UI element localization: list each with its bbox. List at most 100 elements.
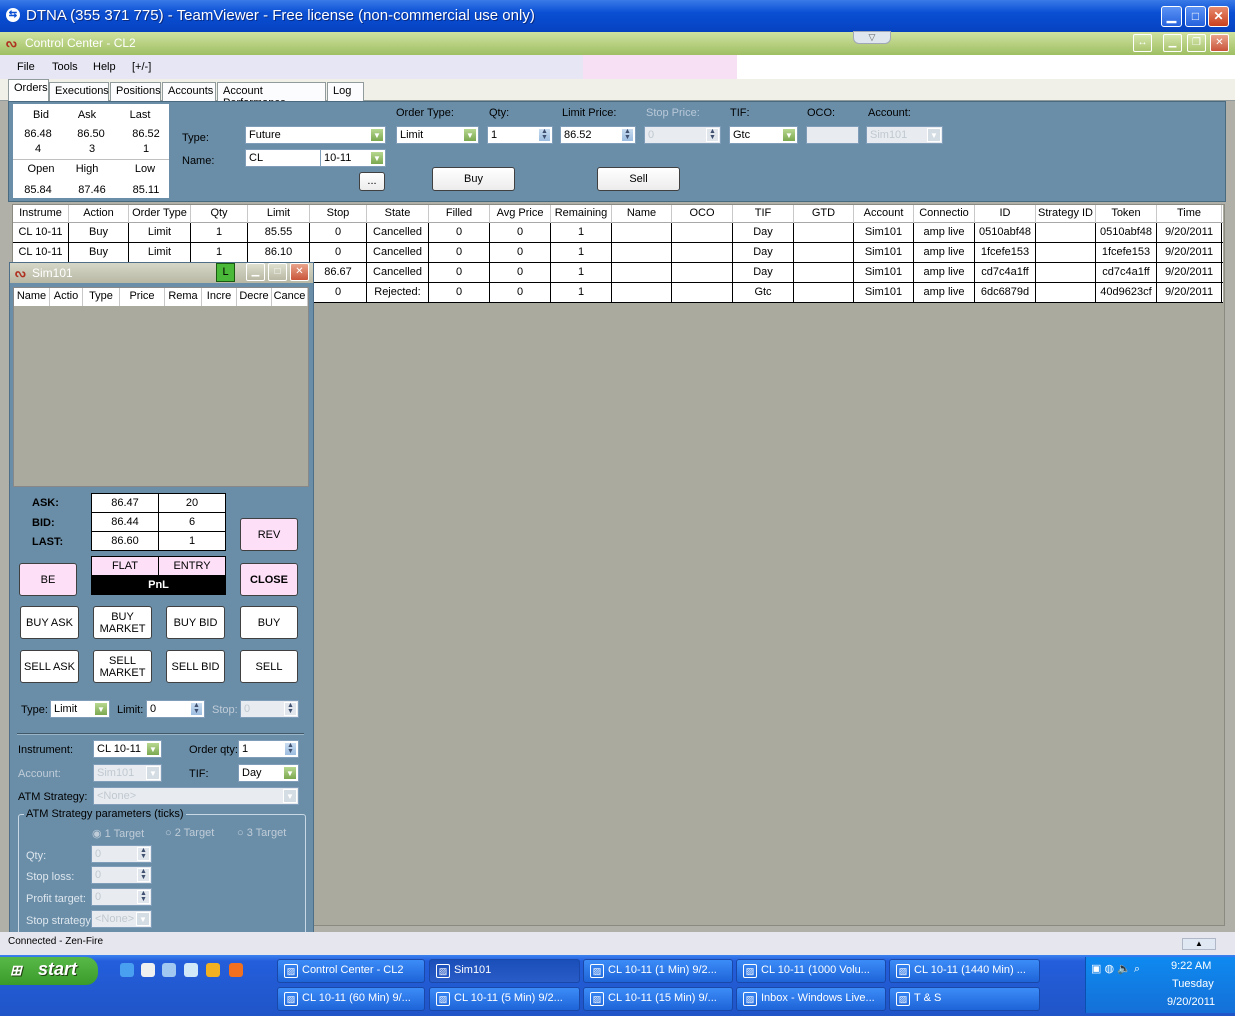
buy-ask-button[interactable]: BUY ASK [20, 606, 79, 639]
app-minimize-button[interactable]: ▁ [1163, 34, 1182, 52]
sim-tif-select[interactable]: Day ▼ [238, 764, 299, 782]
orders-col-13[interactable]: GTD [794, 205, 854, 223]
orders-col-10[interactable]: Name [612, 205, 672, 223]
chevron-down-icon[interactable]: ▼ [146, 766, 160, 780]
atm-qty-stepper[interactable]: 0 ▲ ▼ [91, 845, 152, 863]
resize-arrows-icon[interactable]: ↔ [1133, 34, 1152, 52]
sim-minimize-button[interactable]: ▁ [246, 263, 265, 281]
sell-button-sim[interactable]: SELL [240, 650, 298, 683]
close-button[interactable]: ✕ [1208, 6, 1229, 27]
limit-price-stepper[interactable]: 86.52 ▲ ▼ [560, 126, 636, 144]
account-select[interactable]: Sim101 ▼ [866, 126, 943, 144]
orders-col-3[interactable]: Qty [191, 205, 248, 223]
taskbar-item[interactable]: ▨ CL 10-11 (5 Min) 9/2... [429, 987, 580, 1011]
sell-bid-button[interactable]: SELL BID [166, 650, 225, 683]
orders-col-2[interactable]: Order Type [129, 205, 191, 223]
chevron-down-icon[interactable]: ▼ [146, 742, 160, 756]
taskbar-item[interactable]: ▨ CL 10-11 (1000 Volu... [736, 959, 886, 983]
sim-maximize-button[interactable]: □ [268, 263, 287, 281]
chevron-down-icon[interactable]: ▼ [94, 702, 108, 716]
orders-col-0[interactable]: Instrume [13, 205, 69, 223]
chevron-down-icon[interactable]: ▼ [927, 128, 941, 142]
chevron-down-icon[interactable]: ▼ [136, 912, 150, 926]
order-type-select[interactable]: Limit ▼ [396, 126, 479, 144]
orders-col-15[interactable]: Connectio [914, 205, 975, 223]
sim-col-price[interactable]: Price [120, 288, 165, 306]
app-close-button[interactable]: ✕ [1210, 34, 1229, 52]
sim-limit-stepper[interactable]: 0 ▲ ▼ [146, 700, 205, 718]
orders-col-5[interactable]: Stop [310, 205, 367, 223]
show-desktop-icon[interactable] [184, 963, 198, 977]
order-qty-stepper[interactable]: 1 ▲ ▼ [238, 740, 299, 758]
minimize-button[interactable]: ▁ [1161, 6, 1182, 27]
spinner-arrows-icon[interactable]: ▲ ▼ [706, 128, 719, 142]
sim-instrument-select[interactable]: CL 10-11 ▼ [93, 740, 162, 758]
tab-log[interactable]: Log [327, 82, 364, 101]
sim-col-remaining[interactable]: Rema [165, 288, 202, 306]
menu-file[interactable]: File [17, 61, 35, 73]
target2-radio[interactable]: ○ 2 Target [165, 827, 214, 839]
instrument-browse-button[interactable]: ... [359, 172, 385, 191]
orders-col-11[interactable]: OCO [672, 205, 733, 223]
profit-target-stepper[interactable]: 0 ▲ ▼ [91, 888, 152, 906]
sim-col-name[interactable]: Name [14, 288, 50, 306]
spinner-arrows-icon[interactable]: ▲ ▼ [137, 847, 150, 861]
taskbar-item[interactable]: ▨ CL 10-11 (60 Min) 9/... [277, 987, 425, 1011]
spinner-arrows-icon[interactable]: ▲ ▼ [190, 702, 203, 716]
tray-icons[interactable]: ▣ ◍ 🔈 ⌕ [1091, 962, 1140, 976]
menu-tools[interactable]: Tools [52, 61, 78, 73]
taskbar-item[interactable]: ▨ Sim101 [429, 959, 580, 983]
buy-bid-button[interactable]: BUY BID [166, 606, 225, 639]
collapse-arrow-icon[interactable]: ▲ [1182, 938, 1216, 950]
chevron-down-icon[interactable]: ▼ [370, 128, 384, 142]
orders-col-4[interactable]: Limit [248, 205, 310, 223]
chevron-down-icon[interactable]: ▼ [283, 766, 297, 780]
taskbar-item[interactable]: ▨ CL 10-11 (1 Min) 9/2... [583, 959, 733, 983]
taskbar-item[interactable]: ▨ Control Center - CL2 [277, 959, 425, 983]
sim-col-action[interactable]: Actio [50, 288, 83, 306]
instrument-name-input[interactable]: CL [245, 149, 321, 167]
sim-type-select[interactable]: Limit ▼ [50, 700, 110, 718]
orders-col-9[interactable]: Remaining [551, 205, 612, 223]
media-player-icon[interactable] [141, 963, 155, 977]
spinner-arrows-icon[interactable]: ▲ ▼ [284, 742, 297, 756]
spinner-arrows-icon[interactable]: ▲ ▼ [137, 868, 150, 882]
table-row[interactable]: CL 10-11 Buy Limit 1 86.10 0 Cancelled 0 0 1 Day Si… [13, 243, 1223, 263]
sim-col-increase[interactable]: Incre [202, 288, 237, 306]
instrument-type-select[interactable]: Future ▼ [245, 126, 386, 144]
sim-close-button[interactable]: ✕ [290, 263, 309, 281]
target3-radio[interactable]: ○ 3 Target [237, 827, 286, 839]
taskbar-item[interactable]: ▨ CL 10-11 (15 Min) 9/... [583, 987, 733, 1011]
tif-select[interactable]: Gtc ▼ [729, 126, 798, 144]
table-row[interactable]: CL 10-11 Buy Limit 1 85.55 0 Cancelled 0 0 1 Day Si… [13, 223, 1223, 243]
spinner-arrows-icon[interactable]: ▲ ▼ [538, 128, 551, 142]
reverse-button[interactable]: REV [240, 518, 298, 551]
chevron-down-icon[interactable]: ▼ [283, 789, 297, 803]
spinner-arrows-icon[interactable]: ▲ ▼ [621, 128, 634, 142]
start-button[interactable]: ⊞ start [0, 957, 98, 985]
ie-icon[interactable] [120, 963, 134, 977]
sell-button[interactable]: Sell [597, 167, 680, 191]
sell-market-button[interactable]: SELL MARKET [93, 650, 152, 683]
orders-col-7[interactable]: Filled [429, 205, 490, 223]
menu-expand[interactable]: [+/-] [132, 61, 151, 73]
buy-button[interactable]: Buy [432, 167, 515, 191]
teamviewer-panel-toggle[interactable]: ▽ [853, 31, 891, 44]
orders-col-8[interactable]: Avg Price [490, 205, 551, 223]
oco-input[interactable] [806, 126, 859, 144]
orders-col-16[interactable]: ID [975, 205, 1036, 223]
firefox-icon[interactable] [229, 963, 243, 977]
orders-col-6[interactable]: State [367, 205, 429, 223]
sim-col-cancel[interactable]: Cance [272, 288, 308, 306]
tab-account-performance[interactable]: Account Performance [217, 82, 326, 109]
buy-market-button[interactable]: BUY MARKET [93, 606, 152, 639]
maximize-button[interactable]: □ [1185, 6, 1206, 27]
taskbar-item[interactable]: ▨ CL 10-11 (1440 Min) ... [889, 959, 1040, 983]
stop-loss-stepper[interactable]: 0 ▲ ▼ [91, 866, 152, 884]
taskbar-item[interactable]: ▨ T & S [889, 987, 1040, 1011]
sim-stop-stepper[interactable]: 0 ▲ ▼ [240, 700, 299, 718]
tab-executions[interactable]: Executions [49, 82, 109, 101]
paint-icon[interactable] [206, 963, 220, 977]
orders-col-18[interactable]: Token [1096, 205, 1157, 223]
sim-col-decrease[interactable]: Decre [237, 288, 272, 306]
